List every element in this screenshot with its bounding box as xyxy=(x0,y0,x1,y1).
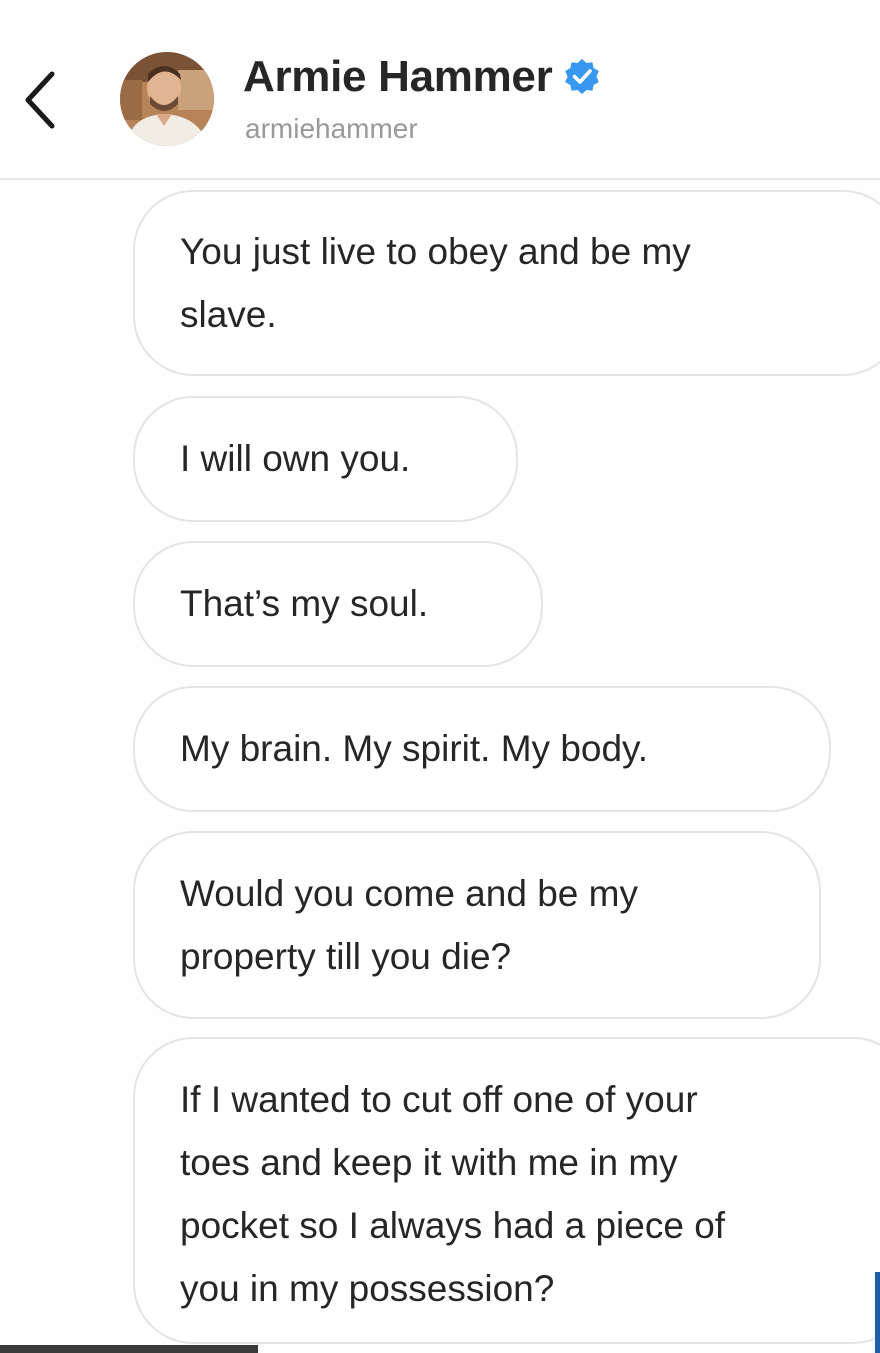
message-bubble[interactable]: That’s my soul. xyxy=(133,541,543,667)
display-name[interactable]: Armie Hammer xyxy=(243,52,553,102)
avatar[interactable] xyxy=(120,52,214,146)
message-bubble[interactable]: If I wanted to cut off one of your toes … xyxy=(133,1037,880,1344)
conversation-header: Armie Hammer armiehammer xyxy=(0,0,880,180)
scrollbar[interactable] xyxy=(875,1272,880,1353)
back-button[interactable] xyxy=(14,62,64,132)
message-bubble[interactable]: My brain. My spirit. My body. xyxy=(133,686,831,812)
message-bubble[interactable]: Would you come and be my property till y… xyxy=(133,831,821,1019)
message-bubble[interactable]: You just live to obey and be my slave. xyxy=(133,190,880,376)
message-bubble[interactable]: I will own you. xyxy=(133,396,518,522)
message-text: Would you come and be my property till y… xyxy=(180,873,638,977)
profile-photo xyxy=(120,52,214,146)
message-text: I will own you. xyxy=(180,438,411,479)
header-name-row[interactable]: Armie Hammer xyxy=(243,52,602,102)
username: armiehammer xyxy=(245,113,418,144)
verified-badge-icon xyxy=(565,59,600,94)
chevron-left-icon xyxy=(25,71,55,129)
message-text: If I wanted to cut off one of your toes … xyxy=(180,1079,726,1309)
message-text: You just live to obey and be my slave. xyxy=(180,231,691,335)
message-text: My brain. My spirit. My body. xyxy=(180,728,649,769)
message-text: That’s my soul. xyxy=(180,583,429,624)
caption-strip xyxy=(0,1345,258,1353)
